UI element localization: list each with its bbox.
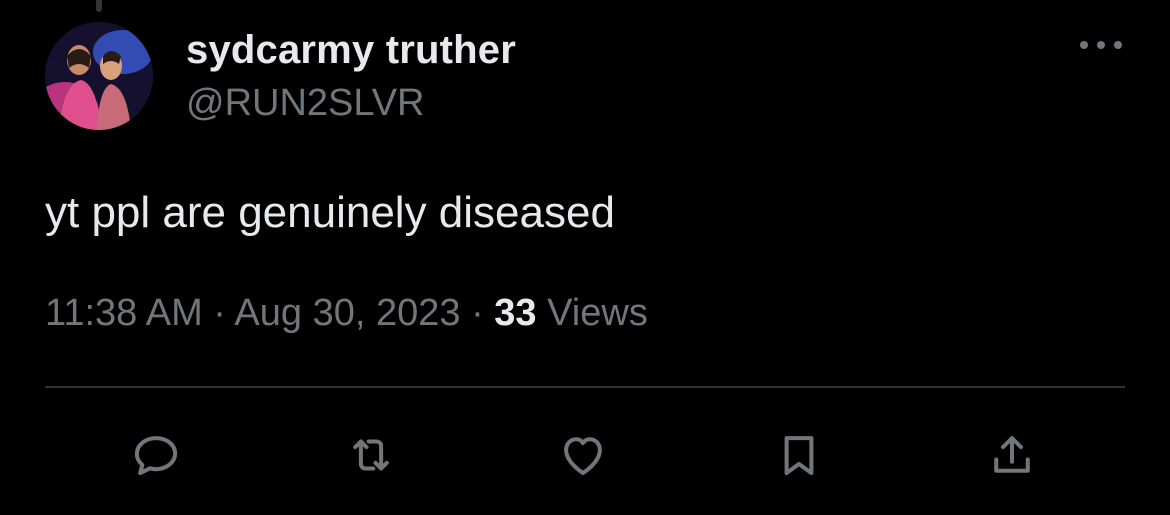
views-label: Views [547,292,648,334]
bookmark-icon [784,436,814,476]
avatar[interactable] [45,22,153,130]
like-button[interactable] [553,425,613,485]
share-button[interactable] [982,425,1042,485]
display-name[interactable]: sydcarmy truther [186,28,516,73]
share-icon [994,436,1030,473]
retweet-icon [353,439,389,471]
tweet-time[interactable]: 11:38 AM [45,292,203,334]
meta-separator: · [471,292,484,334]
user-handle[interactable]: @RUN2SLVR [186,82,424,125]
tweet-detail: sydcarmy truther @RUN2SLVR yt ppl are ge… [0,0,1170,515]
views-count[interactable]: 33 [494,292,536,334]
meta-separator: · [213,292,226,334]
tweet-text: yt ppl are genuinely diseased [45,188,615,237]
bookmark-button[interactable] [769,425,829,485]
profile-photo [45,22,153,130]
thread-connector-line [96,0,102,12]
tweet-metadata: 11:38 AM · Aug 30, 2023 · 33 Views [45,292,648,335]
divider [45,386,1125,388]
tweet-date[interactable]: Aug 30, 2023 [234,292,460,334]
comment-bubble-icon [134,436,178,476]
retweet-button[interactable] [341,425,401,485]
reply-button[interactable] [126,425,186,485]
more-options-icon[interactable] [1076,30,1126,60]
heart-icon [564,437,602,476]
